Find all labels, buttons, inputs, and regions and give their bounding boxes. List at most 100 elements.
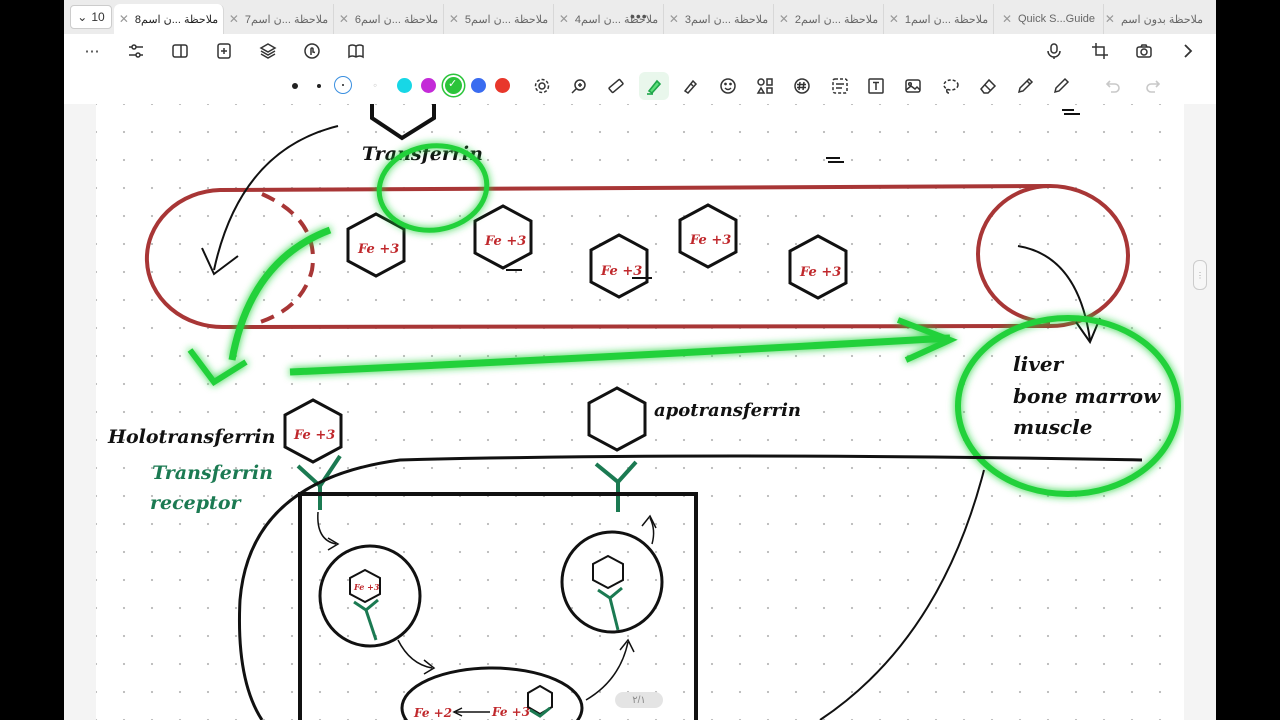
top-toolbar: ⋯ [64, 34, 1216, 68]
svg-text:Fe +3: Fe +3 [799, 265, 841, 280]
tab-quick-start-guide[interactable]: ✕ Quick S...Guide [994, 4, 1104, 34]
close-icon[interactable]: ✕ [229, 12, 239, 26]
check-icon: ✓ [448, 78, 458, 90]
transferrin-molecule-top [370, 104, 436, 141]
swatch-separator: ◦ [373, 78, 378, 92]
close-icon[interactable]: ✕ [1002, 12, 1012, 26]
arrow-head [641, 514, 657, 529]
crop-icon[interactable] [1088, 39, 1112, 63]
endosome-receptor-right [597, 586, 623, 631]
ruler-icon[interactable] [604, 74, 628, 98]
apotransferrin-label: apotransferrin [654, 400, 801, 421]
fe-hexagon: Fe +3 [589, 233, 649, 299]
pen-size-small[interactable] [334, 76, 352, 94]
tab-untitled-note[interactable]: ✕ ملاحظة بدون اسم [1104, 4, 1204, 34]
image-icon[interactable] [901, 74, 925, 98]
tab-overview-button[interactable]: ⌄ 10 [70, 5, 112, 29]
settings-gear-icon[interactable] [530, 74, 554, 98]
redo-icon[interactable] [1142, 74, 1166, 98]
zoom-icon[interactable] [567, 74, 591, 98]
apotransferrin-hexagon [587, 386, 647, 452]
fe-hexagon: Fe +3 [473, 204, 533, 270]
more-menu-icon[interactable]: ⋯ [80, 39, 104, 63]
eraser-pen-icon[interactable] [678, 74, 702, 98]
dotted-page[interactable]: Transferrin Fe +3 Fe +3 Fe +3 Fe +3 Fe +… [96, 104, 1184, 720]
tab-note-2[interactable]: ✕ ملاحظة ...ن اسم2 [774, 4, 884, 34]
svg-text:Fe +3: Fe +3 [484, 234, 526, 249]
receptor-label-line1: Transferrin [152, 462, 273, 484]
svg-text:Fe +3: Fe +3 [353, 582, 380, 592]
new-page-icon[interactable] [212, 39, 236, 63]
note-canvas[interactable]: Transferrin Fe +3 Fe +3 Fe +3 Fe +3 Fe +… [64, 104, 1216, 720]
pen-size-medium[interactable] [317, 84, 321, 88]
receptor-label-line2: receptor [150, 492, 242, 514]
tab-count: 10 [91, 10, 105, 24]
close-icon[interactable]: ✕ [889, 12, 899, 26]
vessel-end-arc [976, 184, 1051, 324]
svg-text:Fe +3: Fe +3 [689, 233, 731, 248]
organ-bone-marrow: bone marrow [1013, 384, 1161, 408]
arrow-into-vessel [213, 125, 339, 271]
endosome-receptor-left [353, 598, 379, 641]
cell-membrane-inner [819, 469, 985, 720]
svg-text:Fe +3: Fe +3 [293, 428, 335, 443]
svg-text:Fe +3: Fe +3 [600, 264, 642, 279]
book-icon[interactable] [344, 39, 368, 63]
tab-note-1[interactable]: ✕ ملاحظة ...ن اسم1 [884, 4, 994, 34]
hashtag-icon[interactable] [790, 74, 814, 98]
camera-icon[interactable] [1132, 39, 1156, 63]
color-swatch-green[interactable]: ✓ [445, 77, 462, 94]
text-recognition-icon[interactable] [828, 74, 852, 98]
touch-icon[interactable] [300, 39, 324, 63]
color-swatch-cyan[interactable] [397, 78, 412, 93]
holotransferrin-label: Holotransferrin [107, 426, 275, 448]
close-icon[interactable]: ✕ [779, 12, 789, 26]
pen-icon[interactable] [1013, 74, 1037, 98]
undo-icon[interactable] [1100, 74, 1124, 98]
text-box-icon[interactable] [864, 74, 888, 98]
fe-hexagon: Fe +3 [788, 234, 848, 300]
drag-handle-icon[interactable]: ••• [630, 8, 648, 24]
arrow-head [201, 247, 239, 276]
eraser-icon[interactable] [976, 74, 1000, 98]
shapes-icon[interactable] [753, 74, 777, 98]
color-swatch-purple[interactable] [421, 78, 436, 93]
color-swatch-red[interactable] [495, 78, 510, 93]
vesicle-fe3-label: Fe +3 [491, 705, 530, 719]
organ-liver: liver [1013, 352, 1065, 376]
highlighter-tool-icon[interactable] [639, 72, 669, 100]
sidebar-icon[interactable] [168, 39, 192, 63]
microphone-icon[interactable] [1042, 39, 1066, 63]
endosome-fe-hexagon: Fe +3 [349, 568, 381, 604]
tab-note-6[interactable]: ✕ ملاحظة ...ن اسم6 [334, 4, 444, 34]
lasso-icon[interactable] [939, 74, 963, 98]
chevron-right-icon[interactable] [1176, 39, 1200, 63]
pen-size-large[interactable] [292, 83, 298, 89]
adjust-icon[interactable] [124, 39, 148, 63]
close-icon[interactable]: ✕ [339, 12, 349, 26]
page-indicator: ٢/١ [615, 692, 663, 708]
tab-note-3[interactable]: ✕ ملاحظة ...ن اسم3 [664, 4, 774, 34]
close-icon[interactable]: ✕ [119, 12, 129, 26]
emoji-icon[interactable] [716, 74, 740, 98]
tab-note-7[interactable]: ✕ ملاحظة ...ن اسم7 [224, 4, 334, 34]
drawing-toolbar: ◦ ✓ [64, 68, 1216, 105]
scroll-handle[interactable]: ⋮ [1193, 260, 1207, 290]
handwritten-drawing: Transferrin Fe +3 Fe +3 Fe +3 Fe +3 Fe +… [107, 104, 1181, 720]
organ-muscle: muscle [1013, 415, 1092, 439]
close-icon[interactable]: ✕ [669, 12, 679, 26]
pencil-icon[interactable] [1049, 74, 1073, 98]
close-icon[interactable]: ✕ [559, 12, 569, 26]
receptor-right [594, 460, 638, 512]
tab-note-5[interactable]: ✕ ملاحظة ...ن اسم5 [444, 4, 554, 34]
holotransferrin-hexagon: Fe +3 [283, 398, 343, 464]
app-window: ⌄ 10 ✕ ملاحظة ...ن اسم8 ✕ ملاحظة ...ن اسم7… [64, 0, 1216, 720]
tab-note-8[interactable]: ✕ ملاحظة ...ن اسم8 [114, 4, 224, 34]
layers-icon[interactable] [256, 39, 280, 63]
fe2-label: Fe +2 [413, 706, 452, 720]
arrow-into-endosome [317, 511, 337, 545]
color-swatch-blue[interactable] [471, 78, 486, 93]
chevron-down-icon: ⌄ [77, 10, 88, 24]
close-icon[interactable]: ✕ [449, 12, 459, 26]
close-icon[interactable]: ✕ [1105, 12, 1115, 26]
